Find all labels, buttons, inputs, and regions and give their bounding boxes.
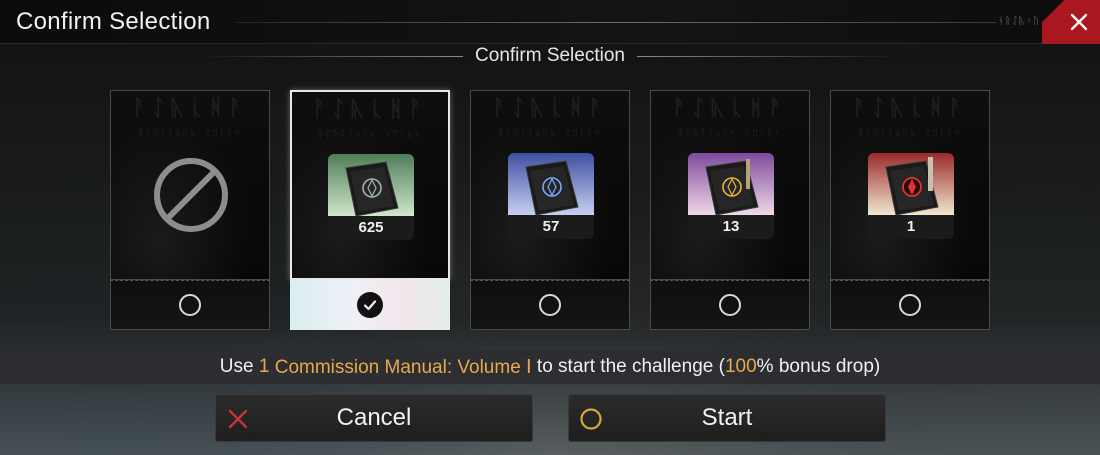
radio-unchecked-icon[interactable]: [899, 294, 921, 316]
section-title: Confirm Selection: [475, 45, 625, 66]
confirm-circle-icon: [580, 408, 602, 430]
cancel-button[interactable]: Cancel: [215, 394, 533, 442]
section-heading: Confirm Selection: [200, 44, 901, 68]
title-bar: Confirm Selection ᚾᚱᛇᚣᚲᚢ: [0, 0, 1100, 44]
info-qty: 1: [258, 356, 270, 377]
prohibited-icon: [154, 158, 228, 232]
card-rune-subtitle: ᛒᚩᚢᛏᛁᛟᚢᛋ ᚷᛖᚪᚱᛋ: [138, 129, 242, 139]
usage-info: Use 1 Commission Manual: Volume Ⅰ to sta…: [0, 350, 1100, 384]
card-select-area[interactable]: [470, 280, 630, 330]
heading-line-right: [636, 55, 901, 57]
title-glyph: ᚾᚱᛇᚣᚲᚢ: [998, 16, 1040, 27]
card-manual-blue[interactable]: ᚨᛇᚣᚳᚻᚨ ᛒᚩᚢᛏᛁᛟᚢᛋ ᚷᛖᚪᚱᛋ 57: [470, 90, 630, 330]
radio-unchecked-icon[interactable]: [719, 294, 741, 316]
info-mid: to start the challenge (: [531, 356, 725, 377]
cancel-x-icon: [228, 409, 248, 429]
card-select-area[interactable]: [830, 280, 990, 330]
item-slot: 57: [508, 153, 594, 239]
info-bonus: 100: [724, 356, 757, 377]
item-slot: 625: [328, 154, 414, 240]
item-count: 625: [328, 216, 414, 240]
checkmark-icon[interactable]: [357, 292, 383, 318]
item-slot: 1: [868, 153, 954, 239]
card-manual-green[interactable]: ᚨᛇᚣᚳᚻᚨ ᛒᚩᚢᛏᛁᛟᚢᛋ ᚷᛖᚪᚱᛋ 625: [290, 90, 450, 330]
card-manual-red[interactable]: ᚨᛇᚣᚳᚻᚨ ᛒᚩᚢᛏᛁᛟᚢᛋ ᚷᛖᚪᚱᛋ 1: [830, 90, 990, 330]
commission-manual-icon: [868, 153, 954, 215]
title-divider: [236, 22, 996, 23]
info-item-name: Commission Manual: Volume Ⅰ: [269, 356, 532, 378]
radio-unchecked-icon[interactable]: [179, 294, 201, 316]
item-count: 57: [508, 215, 594, 239]
card-rune-subtitle: ᛒᚩᚢᛏᛁᛟᚢᛋ ᚷᛖᚪᚱᛋ: [858, 129, 962, 139]
card-rune-title: ᚨᛇᚣᚳᚻᚨ: [312, 96, 428, 122]
start-button[interactable]: Start: [568, 394, 886, 442]
item-count: 1: [868, 215, 954, 239]
commission-manual-icon: [508, 153, 594, 215]
item-card-list: ᚨᛇᚣᚳᚻᚨ ᛒᚩᚢᛏᛁᛟᚢᛋ ᚷᛖᚪᚱᛋ ᚨᛇᚣᚳᚻᚨ ᛒᚩᚢᛏᛁᛟᚢᛋ ᚷᛖ…: [110, 90, 990, 330]
card-rune-subtitle: ᛒᚩᚢᛏᛁᛟᚢᛋ ᚷᛖᚪᚱᛋ: [498, 129, 602, 139]
card-no-item[interactable]: ᚨᛇᚣᚳᚻᚨ ᛒᚩᚢᛏᛁᛟᚢᛋ ᚷᛖᚪᚱᛋ: [110, 90, 270, 330]
info-prefix: Use: [219, 356, 259, 377]
card-face: ᚨᛇᚣᚳᚻᚨ ᛒᚩᚢᛏᛁᛟᚢᛋ ᚷᛖᚪᚱᛋ: [110, 90, 270, 280]
close-button[interactable]: [1042, 0, 1100, 44]
card-rune-title: ᚨᛇᚣᚳᚻᚨ: [852, 95, 968, 121]
item-slot: 13: [688, 153, 774, 239]
card-rune-subtitle: ᛒᚩᚢᛏᛁᛟᚢᛋ ᚷᛖᚪᚱᛋ: [318, 130, 422, 140]
card-select-area[interactable]: [650, 280, 810, 330]
heading-line-left: [200, 55, 464, 57]
item-count: 13: [688, 215, 774, 239]
card-select-area[interactable]: [110, 280, 270, 330]
card-rune-title: ᚨᛇᚣᚳᚻᚨ: [672, 95, 788, 121]
window-title: Confirm Selection: [16, 8, 211, 35]
close-icon: [1070, 13, 1088, 31]
cancel-label: Cancel: [336, 404, 412, 431]
card-select-area[interactable]: [290, 280, 450, 330]
commission-manual-icon: [328, 154, 414, 216]
card-face: ᚨᛇᚣᚳᚻᚨ ᛒᚩᚢᛏᛁᛟᚢᛋ ᚷᛖᚪᚱᛋ 57: [470, 90, 630, 280]
radio-unchecked-icon[interactable]: [539, 294, 561, 316]
card-rune-title: ᚨᛇᚣᚳᚻᚨ: [492, 95, 608, 121]
card-manual-purple[interactable]: ᚨᛇᚣᚳᚻᚨ ᛒᚩᚢᛏᛁᛟᚢᛋ ᚷᛖᚪᚱᛋ 13: [650, 90, 810, 330]
card-face: ᚨᛇᚣᚳᚻᚨ ᛒᚩᚢᛏᛁᛟᚢᛋ ᚷᛖᚪᚱᛋ: [650, 90, 810, 280]
info-suffix: % bonus drop): [756, 356, 881, 377]
start-label: Start: [701, 404, 753, 431]
commission-manual-icon: [688, 153, 774, 215]
card-rune-subtitle: ᛒᚩᚢᛏᛁᛟᚢᛋ ᚷᛖᚪᚱᛋ: [678, 129, 782, 139]
card-rune-title: ᚨᛇᚣᚳᚻᚨ: [132, 95, 248, 121]
card-face: ᚨᛇᚣᚳᚻᚨ ᛒᚩᚢᛏᛁᛟᚢᛋ ᚷᛖᚪᚱᛋ 625: [290, 90, 450, 280]
card-face: ᚨᛇᚣᚳᚻᚨ ᛒᚩᚢᛏᛁᛟᚢᛋ ᚷᛖᚪᚱᛋ: [830, 90, 990, 280]
